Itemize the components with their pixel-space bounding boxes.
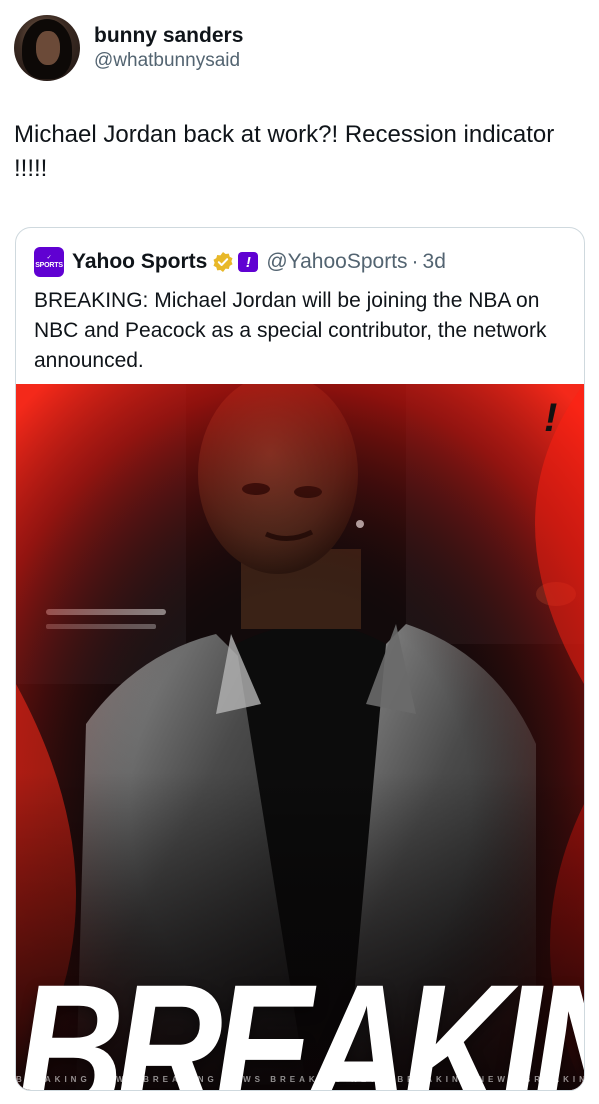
corner-exclamation-mark: !: [544, 396, 558, 440]
breaking-news-image[interactable]: ! BREAKING BREAKING NEWS BREAKING NEWS B…: [16, 384, 584, 1090]
tweet-text: Michael Jordan back at work?! Recession …: [14, 121, 555, 182]
separator-dot: ·: [411, 250, 419, 273]
affiliate-badge-icon: !: [238, 252, 259, 272]
author-names: bunny sanders @whatbunnysaid: [94, 23, 243, 73]
gold-verified-badge-icon: [213, 252, 233, 272]
quoted-display-name[interactable]: Yahoo Sports: [72, 250, 207, 274]
image-ticker: BREAKING NEWS BREAKING NEWS BREAKING NEW…: [16, 1075, 584, 1084]
image-headline: BREAKING: [16, 944, 584, 1090]
author-display-name[interactable]: bunny sanders: [94, 23, 243, 49]
quoted-timestamp[interactable]: 3d: [423, 250, 446, 274]
avatar[interactable]: [14, 15, 80, 81]
quoted-handle[interactable]: @YahooSports: [266, 250, 407, 274]
tweet-header: bunny sanders @whatbunnysaid: [14, 14, 243, 82]
quoted-tweet[interactable]: ✓ SPORTS Yahoo Sports ! @YahooSports · 3d…: [15, 227, 585, 1091]
quoted-tweet-text: BREAKING: Michael Jordan will be joining…: [34, 289, 547, 372]
quoted-tweet-header: ✓ SPORTS Yahoo Sports ! @YahooSports · 3d: [34, 247, 446, 277]
author-handle[interactable]: @whatbunnysaid: [94, 49, 243, 73]
yahoo-sports-logo-icon[interactable]: ✓ SPORTS: [34, 247, 64, 277]
